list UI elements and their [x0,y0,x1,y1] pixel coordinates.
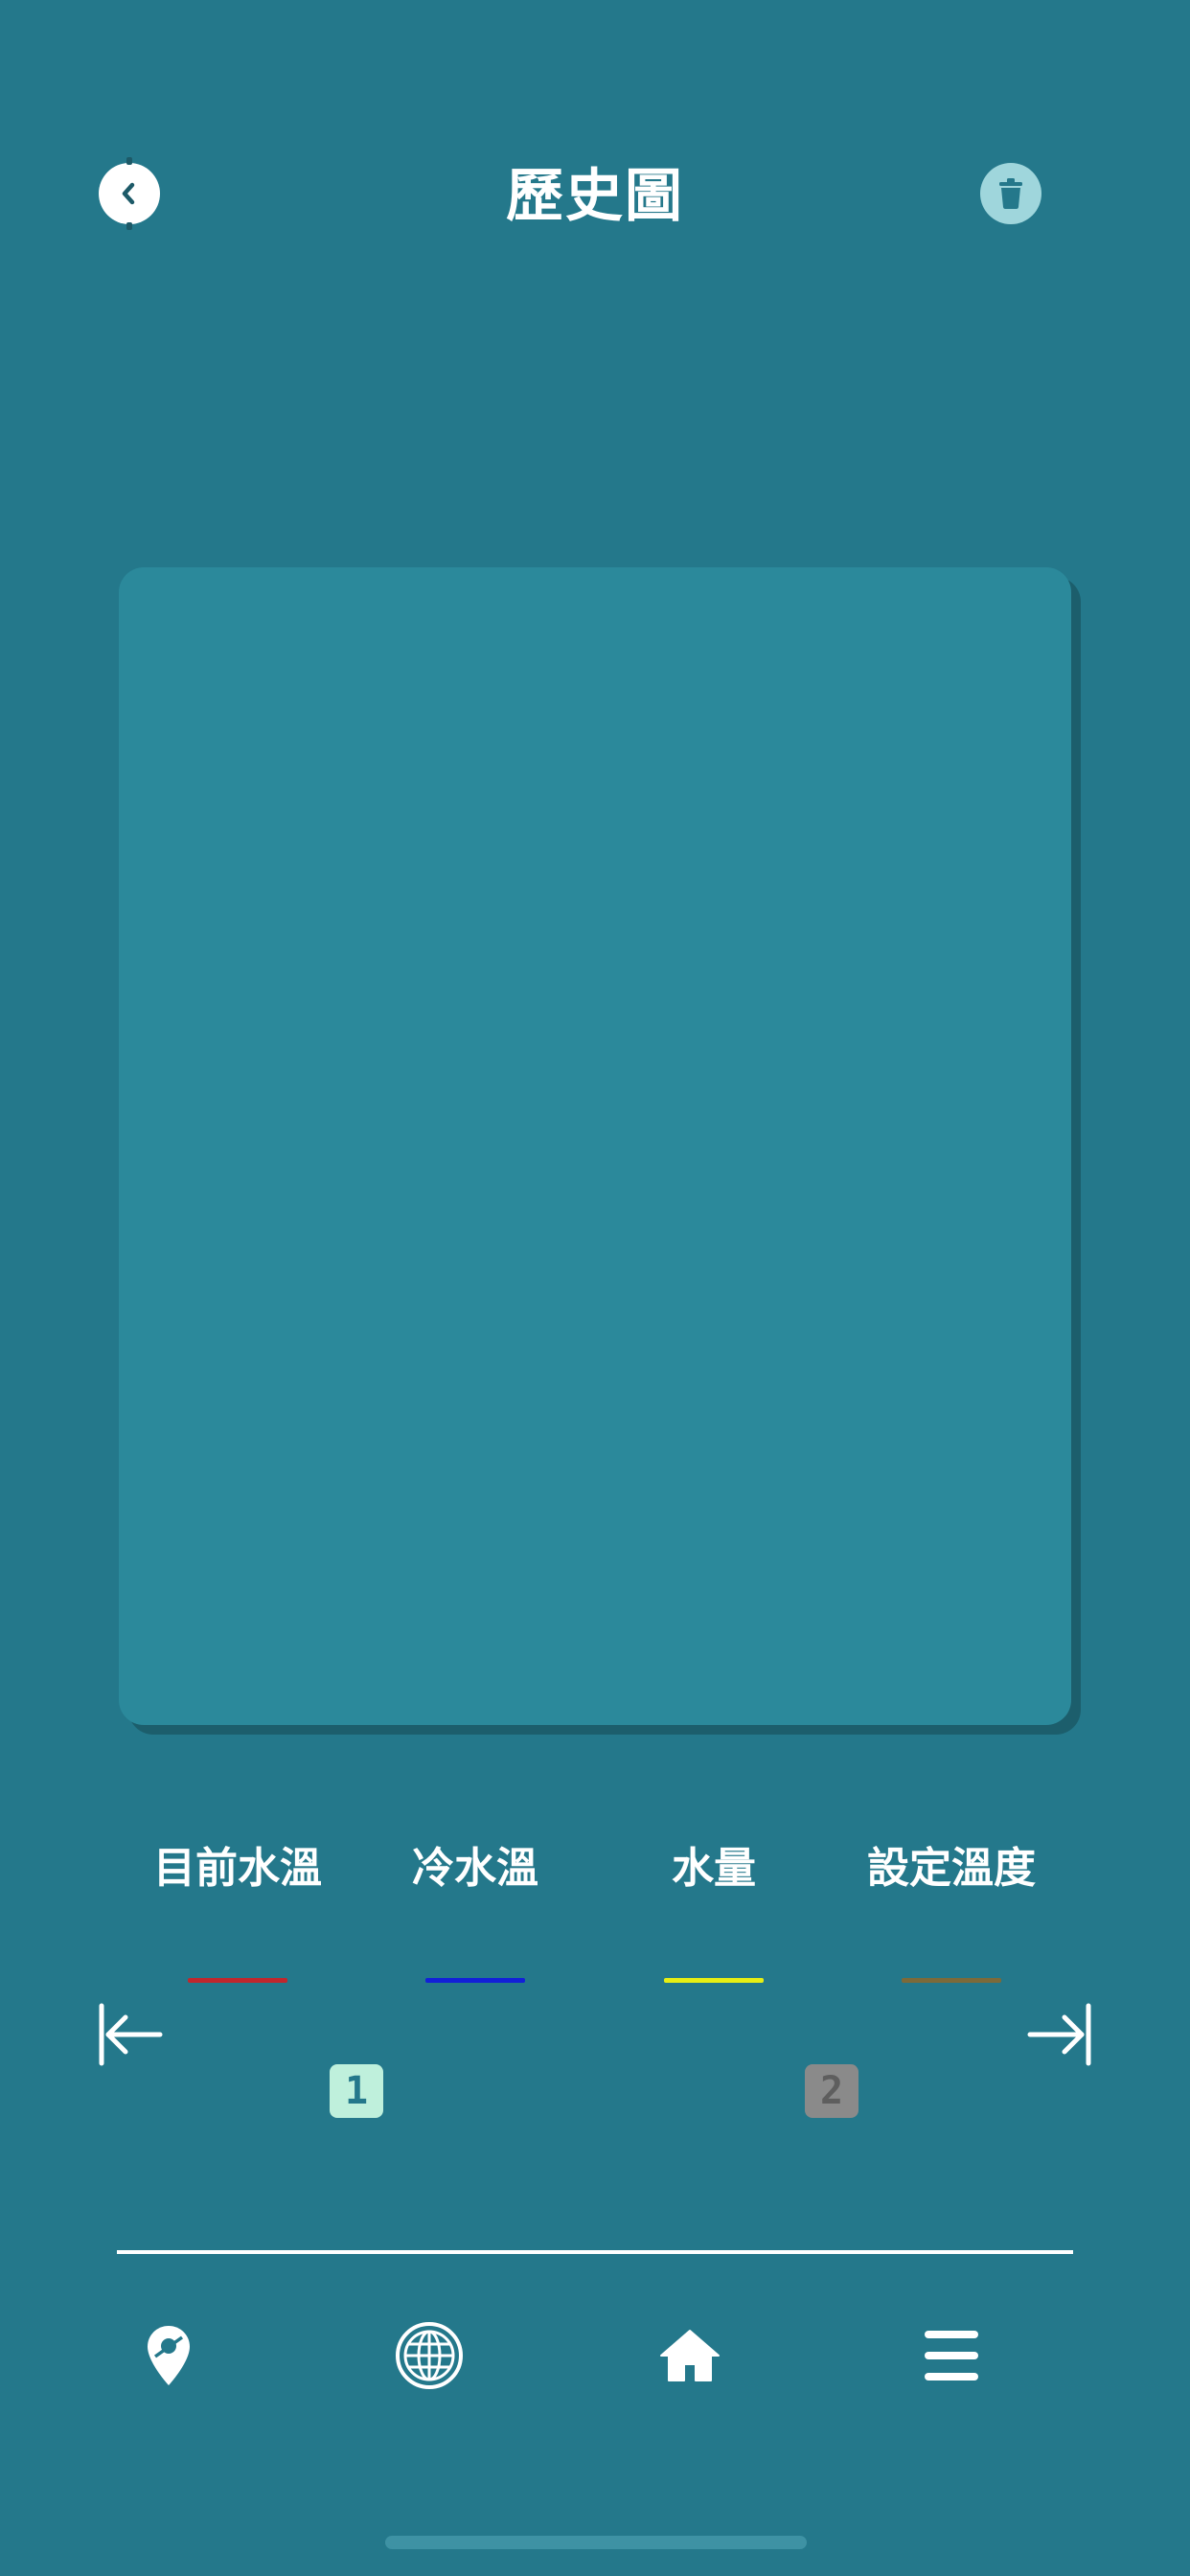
last-page-button[interactable] [1026,2001,1093,2068]
globe-icon [396,2322,463,2389]
home-icon [660,2330,720,2381]
header: 歷史圖 [0,0,1190,288]
legend-label-water-volume: 水量 [672,1844,756,1893]
legend-line-current-water-temp [188,1978,287,1983]
legend-label-cold-water-temp: 冷水溫 [412,1844,538,1893]
delete-button[interactable] [980,163,1041,224]
arrow-left-to-bar-icon [99,2003,163,2066]
tab-location[interactable] [130,2319,207,2392]
arrow-right-to-bar-icon [1027,2003,1091,2066]
tab-home[interactable] [652,2319,728,2392]
first-page-button[interactable] [97,2001,164,2068]
trash-icon [999,178,1022,209]
home-indicator [385,2536,807,2549]
legend-label-set-temp: 設定溫度 [867,1844,1036,1893]
hamburger-menu-icon [925,2331,978,2380]
page-2-button[interactable]: 2 [805,2064,858,2118]
tab-globe[interactable] [391,2319,468,2392]
page-1-button[interactable]: 1 [330,2064,383,2118]
map-pin-icon [148,2326,190,2385]
legend-line-set-temp [902,1978,1001,1983]
legend-line-cold-water-temp [425,1978,525,1983]
legend-line-water-volume [664,1978,764,1983]
history-chart-area [119,567,1071,1725]
legend-label-current-water-temp: 目前水溫 [153,1844,322,1893]
tab-menu[interactable] [913,2319,990,2392]
bottom-nav-divider [117,2250,1073,2254]
